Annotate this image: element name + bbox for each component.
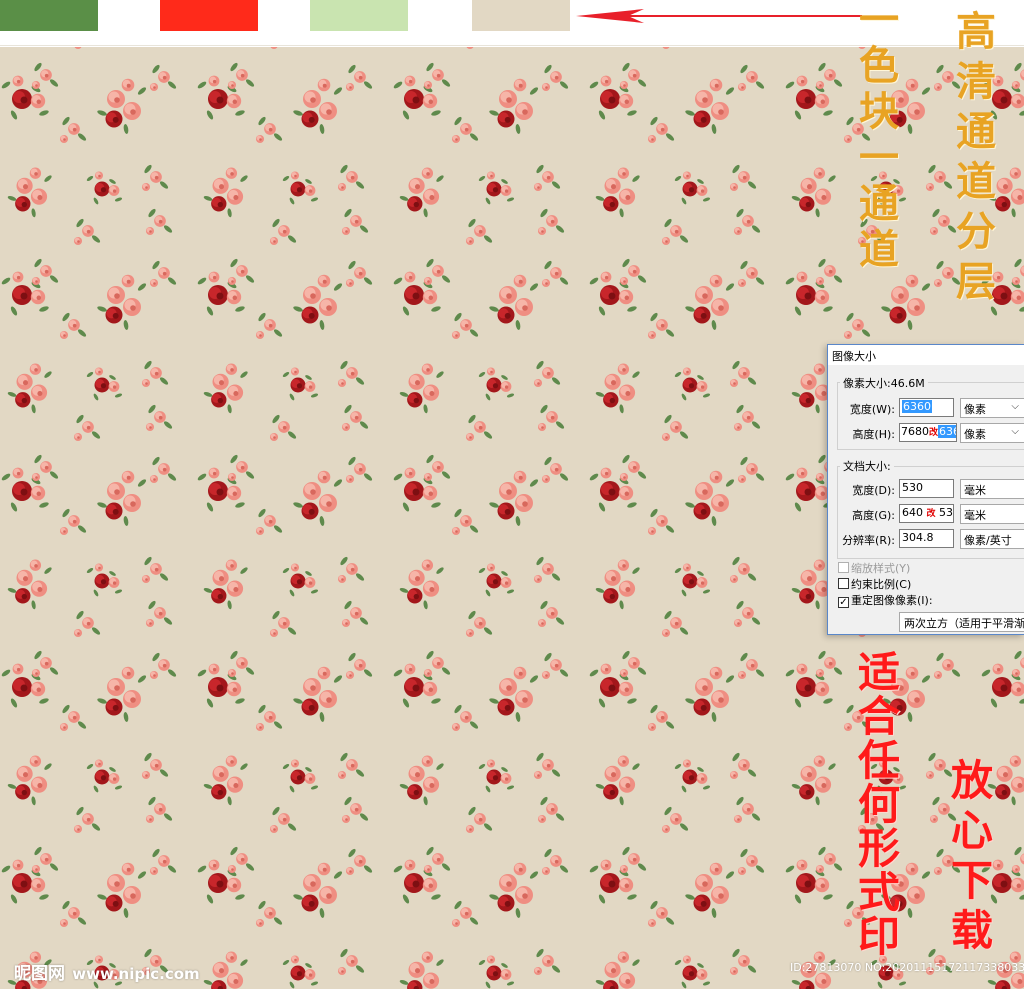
promo-char: 层 (956, 258, 996, 305)
promo-text-one-block-one-channel: 一 色 块 一 通 道 (855, 0, 903, 270)
doc-width-unit: 毫米 (964, 484, 986, 497)
promo-char: 通 (956, 108, 996, 155)
promo-char: 分 (956, 208, 996, 255)
doc-width-value: 530 (902, 481, 923, 494)
doc-height-old-value: 640 (902, 506, 923, 519)
promo-char: 道 (859, 226, 899, 273)
pixel-height-unit: 像素 (964, 428, 986, 441)
pixel-dimensions-label: 像素大小:46.6M (840, 375, 928, 391)
resample-method-select[interactable]: 两次立方（适用于平滑渐变） (899, 612, 1024, 632)
doc-width-label: 宽度(D): (852, 484, 895, 497)
pixel-width-label: 宽度(W): (849, 403, 895, 416)
promo-char: 合 (857, 692, 900, 741)
dialog-title: 图像大小 (828, 345, 1024, 365)
pixel-width-field[interactable]: 6360 (899, 398, 954, 417)
promo-char: 心 (950, 806, 993, 855)
chevron-down-icon: ⌵ (1011, 401, 1019, 412)
promo-char: 通 (859, 180, 899, 227)
promo-char: 任 (857, 736, 900, 785)
swatch-red (160, 0, 258, 31)
doc-height-unit: 毫米 (964, 509, 986, 522)
promo-char: 印 (857, 912, 900, 961)
promo-char: 一 (859, 0, 899, 43)
pixel-height-unit-select[interactable]: 像素 ⌵ (960, 423, 1024, 443)
site-url: www.nipic.com (72, 965, 200, 983)
constrain-proportions-checkbox[interactable]: 约束比例(C) (838, 576, 911, 592)
site-logo: 昵图网 (14, 964, 65, 984)
promo-char: 形 (857, 824, 900, 873)
check-icon: ✓ (838, 597, 849, 608)
pixel-width-value: 6360 (902, 400, 932, 413)
promo-char: 载 (950, 906, 993, 955)
doc-width-unit-select[interactable]: 毫米 (960, 479, 1024, 499)
site-watermark: 昵图网 www.nipic.com (14, 959, 200, 984)
image-id-watermark: ID:27813070 NO:20201115172117338033 (790, 961, 1024, 974)
resolution-unit-select[interactable]: 像素/英寸 (960, 529, 1024, 549)
promo-char: 适 (857, 648, 900, 697)
resample-image-label: 重定图像像素(I): (851, 594, 933, 607)
pointer-arrow-icon (576, 9, 862, 23)
doc-height-new-value: 530 (939, 506, 954, 519)
resolution-field[interactable]: 304.8 (899, 529, 954, 548)
scale-styles-checkbox[interactable]: 缩放样式(Y) (838, 560, 910, 576)
promo-char: 清 (956, 58, 996, 105)
resolution-label: 分辨率(R): (842, 534, 895, 547)
promo-char: 何 (857, 780, 900, 829)
promo-char: 放 (950, 756, 993, 805)
scale-styles-label: 缩放样式(Y) (851, 562, 911, 575)
image-size-dialog: 图像大小 像素大小:46.6M 宽度(W): 6360 像素 ⌵ 高度(H): … (827, 344, 1024, 635)
promo-text-fit-any-print: 适 合 任 何 形 式 印 (855, 652, 903, 958)
promo-char: 高 (956, 8, 996, 55)
promo-char: 道 (956, 158, 996, 205)
checkbox-box (838, 562, 849, 573)
promo-text-hd-channel-layers: 高 清 通 道 分 层 (952, 12, 1000, 302)
doc-height-label: 高度(G): (852, 509, 895, 522)
change-annotation: 改 (926, 509, 936, 519)
promo-char: 块 (859, 88, 899, 135)
promo-char: 色 (859, 42, 899, 89)
doc-height-unit-select[interactable]: 毫米 (960, 504, 1024, 524)
pixel-width-unit: 像素 (964, 403, 986, 416)
document-size-label: 文档大小: (840, 458, 894, 474)
promo-char: 一 (859, 134, 899, 181)
constrain-proportions-label: 约束比例(C) (851, 578, 912, 591)
promo-text-download-safely: 放 心 下 载 (948, 760, 996, 952)
pixel-height-old-value: 7680 (901, 425, 929, 438)
swatch-green (0, 0, 98, 31)
pixel-height-field[interactable]: 7680改6360 (899, 423, 957, 442)
resolution-unit: 像素/英寸 (964, 534, 1012, 547)
resolution-value: 304.8 (902, 531, 934, 544)
resample-image-checkbox[interactable]: ✓ 重定图像像素(I): (838, 592, 933, 608)
promo-char: 下 (950, 856, 993, 905)
pixel-height-label: 高度(H): (852, 428, 895, 441)
pixel-height-new-value: 6360 (938, 425, 956, 438)
swatch-beige (472, 0, 570, 31)
checkbox-box (838, 578, 849, 589)
pixel-width-unit-select[interactable]: 像素 ⌵ (960, 398, 1024, 418)
resample-method-value: 两次立方（适用于平滑渐变） (904, 617, 1024, 630)
doc-width-field[interactable]: 530 (899, 479, 954, 498)
swatch-light-green (310, 0, 408, 31)
doc-height-field[interactable]: 640 改 530 (899, 504, 954, 523)
chevron-down-icon: ⌵ (1011, 426, 1019, 437)
promo-char: 式 (857, 868, 900, 917)
change-annotation: 改 (929, 428, 939, 438)
